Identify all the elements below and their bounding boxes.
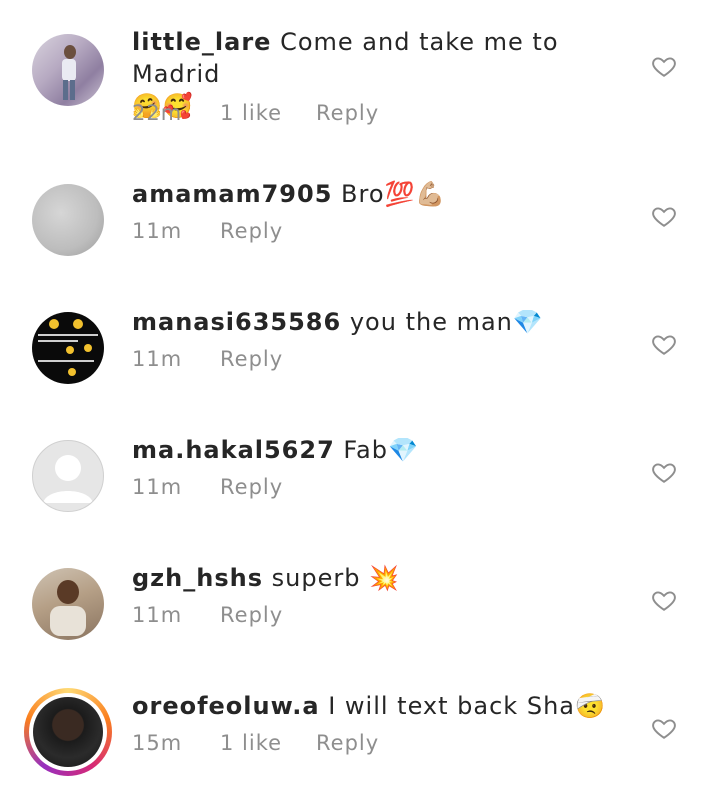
comment-username[interactable]: little_lare	[132, 28, 271, 56]
comment-time: 22m	[132, 101, 183, 125]
avatar-photo	[38, 319, 98, 376]
comment-username[interactable]: amamam7905	[132, 180, 332, 208]
comment-body: superb	[271, 564, 361, 592]
heart-outline-icon[interactable]	[651, 715, 677, 741]
comment-emojis: 💯💪🏼	[384, 180, 447, 208]
comment-meta: 11m Reply	[132, 347, 283, 371]
comment-time: 11m	[132, 219, 183, 243]
comment-meta: 11m Reply	[132, 219, 283, 243]
comment-meta: 11m Reply	[132, 475, 283, 499]
avatar[interactable]	[32, 568, 104, 640]
comment-item: little_lare Come and take me to Madrid 🤗…	[0, 0, 720, 160]
comment-body: you the man	[349, 308, 513, 336]
comment-meta: 15m 1 like Reply	[132, 731, 379, 755]
avatar[interactable]	[32, 440, 104, 512]
story-ring-avatar[interactable]	[24, 688, 112, 776]
comment-time: 11m	[132, 347, 183, 371]
comment-likes[interactable]: 1 like	[220, 101, 316, 125]
comment-item: amamam7905 Bro💯💪🏼 11m Reply	[0, 160, 720, 288]
comment-text-line: ma.hakal5627 Fab💎	[132, 434, 632, 466]
comment-username[interactable]: manasi635586	[132, 308, 341, 336]
comment-text-line: amamam7905 Bro💯💪🏼	[132, 178, 632, 210]
heart-outline-icon[interactable]	[651, 203, 677, 229]
comment-item: ma.hakal5627 Fab💎 11m Reply	[0, 416, 720, 544]
reply-button[interactable]: Reply	[220, 219, 283, 243]
comment-meta: 22m 1 like Reply	[132, 101, 379, 125]
comment-emojis: 💎	[387, 436, 419, 464]
avatar-photo	[33, 697, 103, 767]
reply-button[interactable]: Reply	[220, 603, 283, 627]
comment-emojis: 🤕	[574, 692, 606, 720]
comment-username[interactable]: gzh_hshs	[132, 564, 263, 592]
comment-text-line: gzh_hshs superb 💥	[132, 562, 632, 594]
heart-outline-icon[interactable]	[651, 53, 677, 79]
heart-outline-icon[interactable]	[651, 331, 677, 357]
reply-button[interactable]: Reply	[316, 101, 379, 125]
comment-meta: 11m Reply	[132, 603, 283, 627]
avatar-photo	[50, 580, 86, 636]
comment-text-line: manasi635586 you the man💎	[132, 306, 632, 338]
comment-emojis: 💎	[512, 308, 544, 336]
comment-time: 11m	[132, 603, 183, 627]
comment-username[interactable]: ma.hakal5627	[132, 436, 335, 464]
comment-emojis: 💥	[369, 564, 400, 592]
comment-item: gzh_hshs superb 💥 11m Reply	[0, 544, 720, 672]
comment-body: Bro	[341, 180, 385, 208]
heart-outline-icon[interactable]	[651, 459, 677, 485]
comment-username[interactable]: oreofeoluw.a	[132, 692, 320, 720]
reply-button[interactable]: Reply	[316, 731, 379, 755]
avatar[interactable]	[32, 34, 104, 106]
comment-body: I will text back Sha	[328, 692, 575, 720]
avatar-photo	[62, 45, 76, 100]
default-avatar-icon	[43, 455, 93, 503]
comment-item: manasi635586 you the man💎 11m Reply	[0, 288, 720, 416]
comment-time: 15m	[132, 731, 183, 755]
comment-time: 11m	[132, 475, 183, 499]
comment-text-line: oreofeoluw.a I will text back Sha🤕	[132, 690, 632, 722]
reply-button[interactable]: Reply	[220, 347, 283, 371]
comment-item: oreofeoluw.a I will text back Sha🤕 15m 1…	[0, 672, 720, 799]
comment-body: Fab	[343, 436, 388, 464]
comment-likes[interactable]: 1 like	[220, 731, 316, 755]
avatar[interactable]	[32, 184, 104, 256]
reply-button[interactable]: Reply	[220, 475, 283, 499]
heart-outline-icon[interactable]	[651, 587, 677, 613]
avatar[interactable]	[32, 312, 104, 384]
